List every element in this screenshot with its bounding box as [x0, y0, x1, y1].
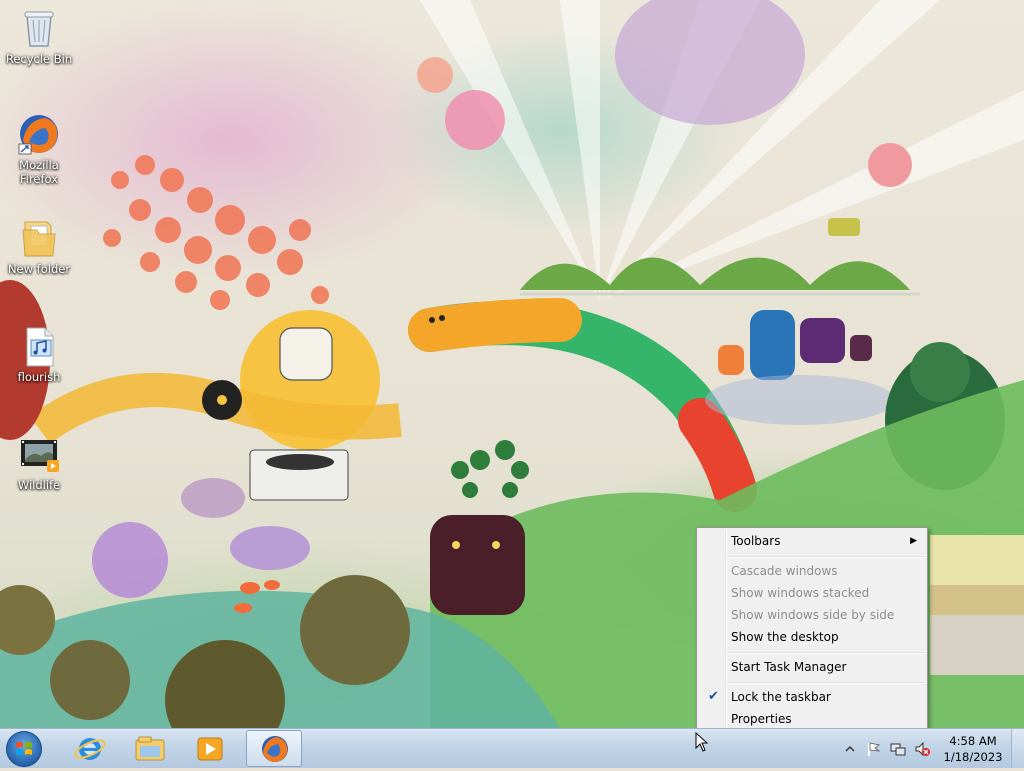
menu-separator [727, 556, 924, 558]
desktop-icon-wildlife[interactable]: Wildlife [1, 432, 77, 492]
menu-item-start-task-manager[interactable]: Start Task Manager [699, 656, 925, 678]
desktop-icon-label: flourish [17, 370, 61, 384]
folder-icon [17, 216, 61, 260]
desktop-icon-label: Mozilla Firefox [19, 158, 59, 186]
desktop-icon-label: Recycle Bin [5, 52, 73, 66]
menu-item-label: Show the desktop [731, 630, 839, 644]
desktop-icon-new-folder[interactable]: New folder [1, 216, 77, 276]
windows-explorer-icon [135, 736, 165, 761]
show-desktop-button[interactable] [1011, 729, 1024, 768]
taskbar-media-player-button[interactable] [182, 730, 238, 767]
menu-item-label: Show windows side by side [731, 608, 895, 622]
menu-item-label: Toolbars [731, 534, 781, 548]
taskbar-firefox-button[interactable] [246, 730, 302, 767]
taskbar[interactable]: 4:58 AM 1/18/2023 [0, 728, 1024, 768]
internet-explorer-icon [74, 738, 106, 760]
recycle-bin-icon [17, 6, 61, 50]
desktop-icon-label: Wildlife [17, 478, 61, 492]
show-hidden-icons-icon[interactable] [842, 741, 858, 757]
taskbar-context-menu: Toolbars ▶ Cascade windows Show windows … [696, 527, 928, 734]
menu-item-label: Start Task Manager [731, 660, 847, 674]
desktop-icon-label: New folder [7, 262, 71, 276]
menu-item-show-windows-side-by-side[interactable]: Show windows side by side [699, 604, 925, 626]
menu-separator [727, 682, 924, 684]
clock-time: 4:58 AM [949, 734, 997, 748]
firefox-icon [262, 736, 288, 762]
start-button[interactable] [6, 731, 42, 767]
menu-item-label: Cascade windows [731, 564, 838, 578]
desktop-icon-firefox[interactable]: Mozilla Firefox [1, 112, 77, 186]
volume-muted-icon[interactable] [914, 741, 930, 757]
menu-separator [727, 652, 924, 654]
video-file-icon [17, 432, 61, 476]
system-clock[interactable]: 4:58 AM 1/18/2023 [938, 733, 1008, 765]
firefox-icon [17, 112, 61, 156]
submenu-arrow-icon: ▶ [910, 536, 917, 546]
desktop-icon-recycle-bin[interactable]: Recycle Bin [1, 6, 77, 66]
desktop-icon-flourish[interactable]: flourish [1, 324, 77, 384]
menu-item-properties[interactable]: Properties [699, 708, 925, 730]
audio-file-icon [17, 324, 61, 368]
windows-logo-icon [16, 742, 32, 755]
action-center-flag-icon[interactable] [866, 741, 882, 757]
menu-item-label: Lock the taskbar [731, 690, 831, 704]
menu-item-show-desktop[interactable]: Show the desktop [699, 626, 925, 648]
menu-item-toolbars[interactable]: Toolbars ▶ [699, 530, 925, 552]
menu-item-show-windows-stacked[interactable]: Show windows stacked [699, 582, 925, 604]
mouse-cursor-icon [695, 732, 709, 752]
network-icon[interactable] [890, 741, 906, 757]
menu-item-lock-taskbar[interactable]: ✔ Lock the taskbar [699, 686, 925, 708]
media-player-icon [197, 737, 223, 761]
menu-item-cascade-windows[interactable]: Cascade windows [699, 560, 925, 582]
menu-item-label: Properties [731, 712, 792, 726]
taskbar-ie-button[interactable] [62, 730, 118, 767]
taskbar-explorer-button[interactable] [122, 730, 178, 767]
clock-date: 1/18/2023 [943, 750, 1003, 764]
checkmark-icon: ✔ [708, 689, 719, 704]
menu-item-label: Show windows stacked [731, 586, 870, 600]
